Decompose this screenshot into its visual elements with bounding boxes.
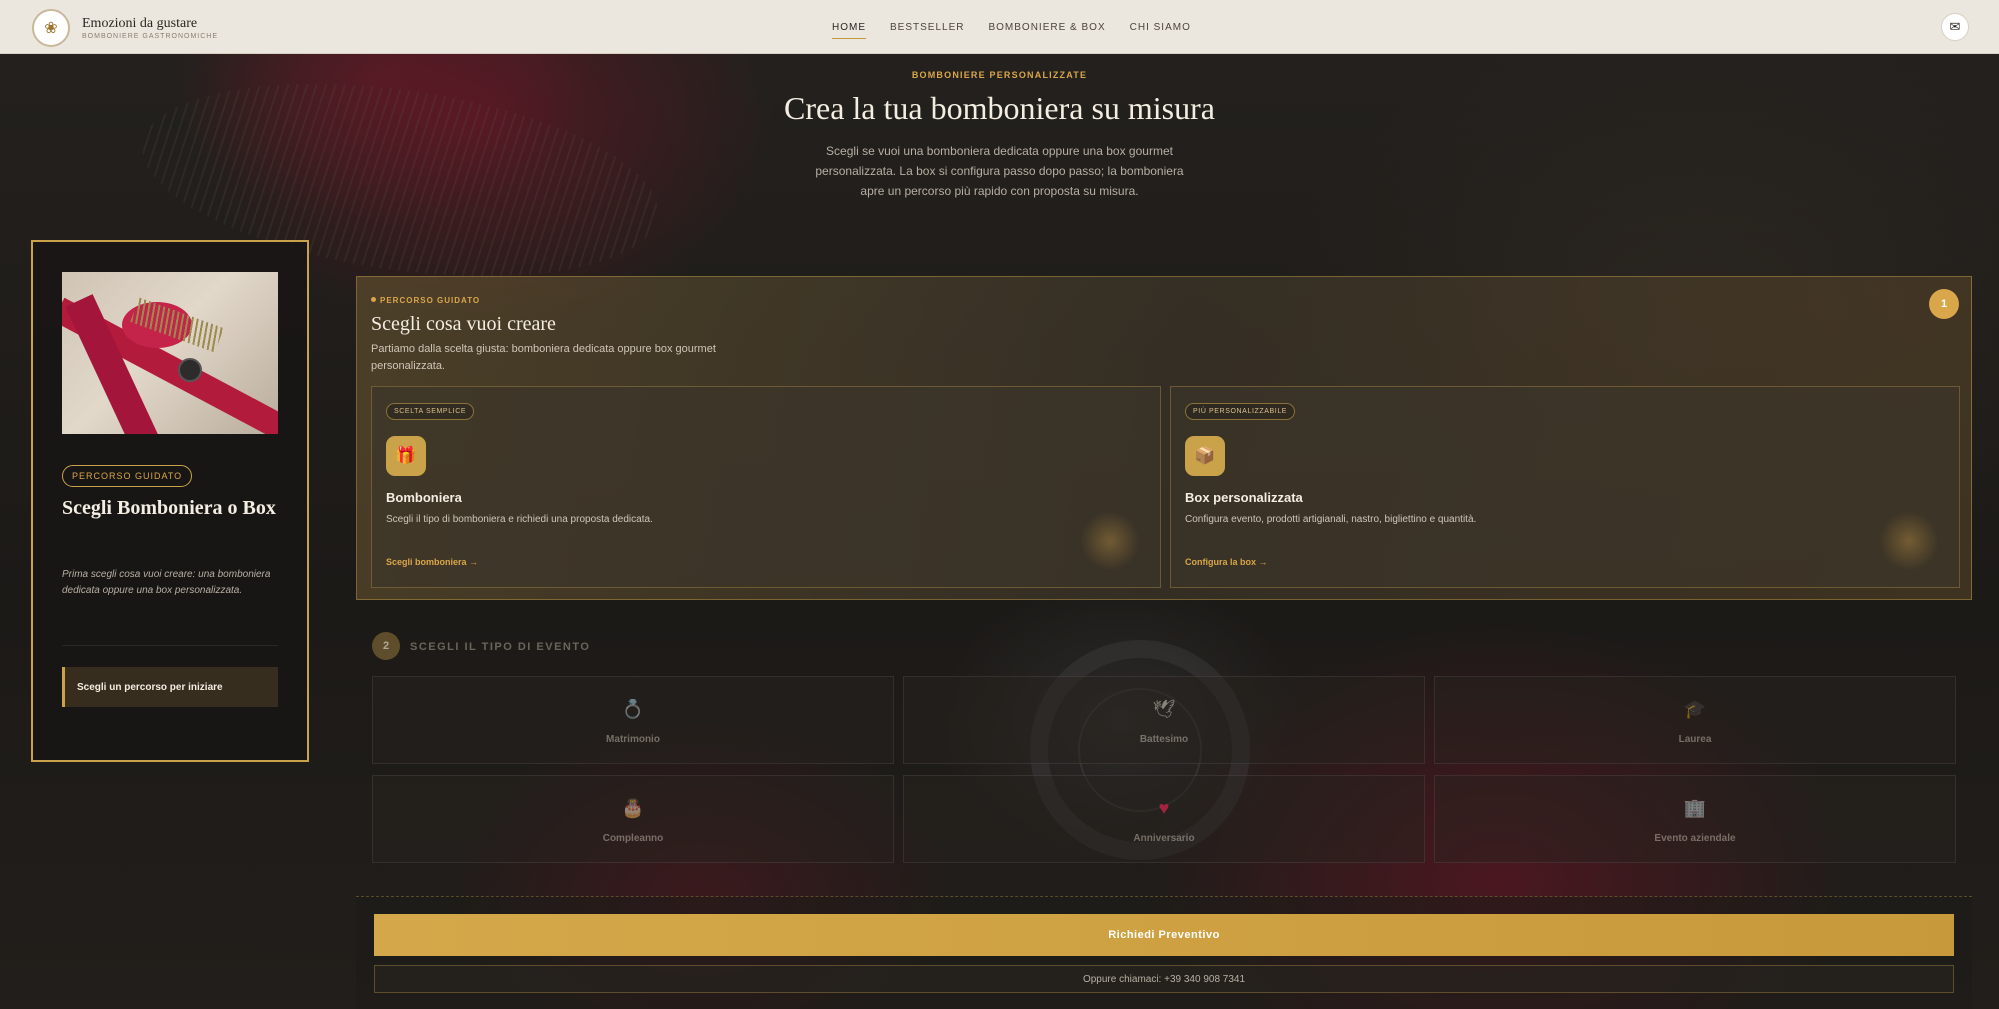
step-1-description: Partiamo dalla scelta giusta: bomboniera… (371, 343, 716, 372)
event-evento-aziendale[interactable]: 🏢 Evento aziendale (1434, 775, 1956, 863)
step-2-label: SCEGLI IL TIPO DI EVENTO (410, 641, 591, 653)
divider (62, 645, 278, 646)
option-badge: PIÙ PERSONALIZZABILE (1185, 403, 1296, 420)
bomboniera-photo (62, 272, 278, 434)
hero-description: Scegli se vuoi una bomboniera dedicata o… (815, 144, 1184, 198)
event-compleanno[interactable]: 🎂 Compleanno (372, 775, 894, 863)
event-label: Compleanno (602, 833, 664, 844)
event-matrimonio[interactable]: 💍 Matrimonio (372, 676, 894, 764)
nav-chi-siamo[interactable]: CHI SIAMO (1130, 16, 1191, 39)
gift-bag-icon: 🎁 (386, 436, 426, 476)
hero: BOMBONIERE PERSONALIZZATE Crea la tua bo… (0, 70, 1999, 201)
event-label: Battesimo (1139, 734, 1189, 745)
event-laurea[interactable]: 🎓 Laurea (1434, 676, 1956, 764)
page-title: Crea la tua bomboniera su misura (784, 90, 1215, 126)
nav-home[interactable]: HOME (832, 16, 866, 39)
sidebar-card: PERCORSO GUIDATO Scegli Bomboniera o Box… (31, 240, 309, 762)
option-bomboniera[interactable]: SCELTA SEMPLICE 🎁 Bomboniera Scegli il t… (371, 386, 1161, 588)
option-box-personalizzata[interactable]: PIÙ PERSONALIZZABILE 📦 Box personalizzat… (1170, 386, 1960, 588)
event-battesimo[interactable]: 🕊 Battesimo (903, 676, 1425, 764)
office-icon: 🏢 (1683, 798, 1707, 818)
site-header: ❀ Emozioni da gustare BOMBONIERE GASTRON… (0, 0, 1999, 54)
event-label: Evento aziendale (1654, 833, 1736, 844)
event-anniversario[interactable]: ♥ Anniversario (903, 775, 1425, 863)
dove-icon: 🕊 (1152, 699, 1176, 719)
option-title: Box personalizzata (1185, 490, 1303, 505)
heart-icon: ♥ (1158, 798, 1170, 818)
brand-title: Emozioni da gustare (82, 16, 198, 31)
brand[interactable]: ❀ Emozioni da gustare BOMBONIERE GASTRON… (32, 9, 218, 47)
configure-box-link[interactable]: Configura la box → (1185, 557, 1268, 567)
sidebar-badge: PERCORSO GUIDATO (62, 465, 193, 487)
choose-bomboniera-link[interactable]: Scegli bomboniera → (386, 557, 478, 567)
option-description: Scegli il tipo di bomboniera e richiedi … (386, 514, 653, 525)
ring-icon: 💍 (621, 699, 645, 719)
event-label: Matrimonio (606, 734, 660, 745)
option-badge: SCELTA SEMPLICE (386, 403, 475, 420)
gift-box-icon: 📦 (1185, 436, 1225, 476)
step-1-eyebrow: PERCORSO GUIDATO (371, 296, 480, 305)
logo-icon: ❀ (32, 9, 70, 47)
hero-eyebrow: BOMBONIERE PERSONALIZZATE (911, 70, 1088, 80)
sidebar-status: Scegli un percorso per iniziare (62, 667, 278, 707)
option-description: Configura evento, prodotti artigianali, … (1185, 514, 1477, 525)
sidebar-title: Scegli Bomboniera o Box (62, 497, 276, 519)
nav-bomboniere-box[interactable]: BOMBONIERE & BOX (988, 16, 1105, 39)
mail-icon[interactable]: ✉ (1941, 13, 1969, 41)
event-label: Laurea (1678, 734, 1712, 745)
step-2-number: 2 (372, 632, 400, 660)
step-1-panel: PERCORSO GUIDATO Scegli cosa vuoi creare… (356, 276, 1972, 600)
cake-icon: 🎂 (621, 798, 645, 818)
step-1-number: 1 (1929, 289, 1959, 319)
main-nav: HOME BESTSELLER BOMBONIERE & BOX CHI SIA… (832, 0, 1191, 54)
option-title: Bomboniera (386, 490, 462, 505)
sidebar-description: Prima scegli cosa vuoi creare: una bombo… (62, 569, 271, 596)
brand-subtitle: BOMBONIERE GASTRONOMICHE (82, 33, 219, 40)
step-1-title: Scegli cosa vuoi creare (371, 313, 556, 335)
nav-bestseller[interactable]: BESTSELLER (890, 16, 964, 39)
call-us-button[interactable]: Oppure chiamaci: +39 340 908 7341 (374, 965, 1954, 993)
event-label: Anniversario (1133, 833, 1195, 844)
graduation-icon: 🎓 (1683, 699, 1707, 719)
request-quote-button[interactable]: Richiedi Preventivo (374, 914, 1954, 956)
